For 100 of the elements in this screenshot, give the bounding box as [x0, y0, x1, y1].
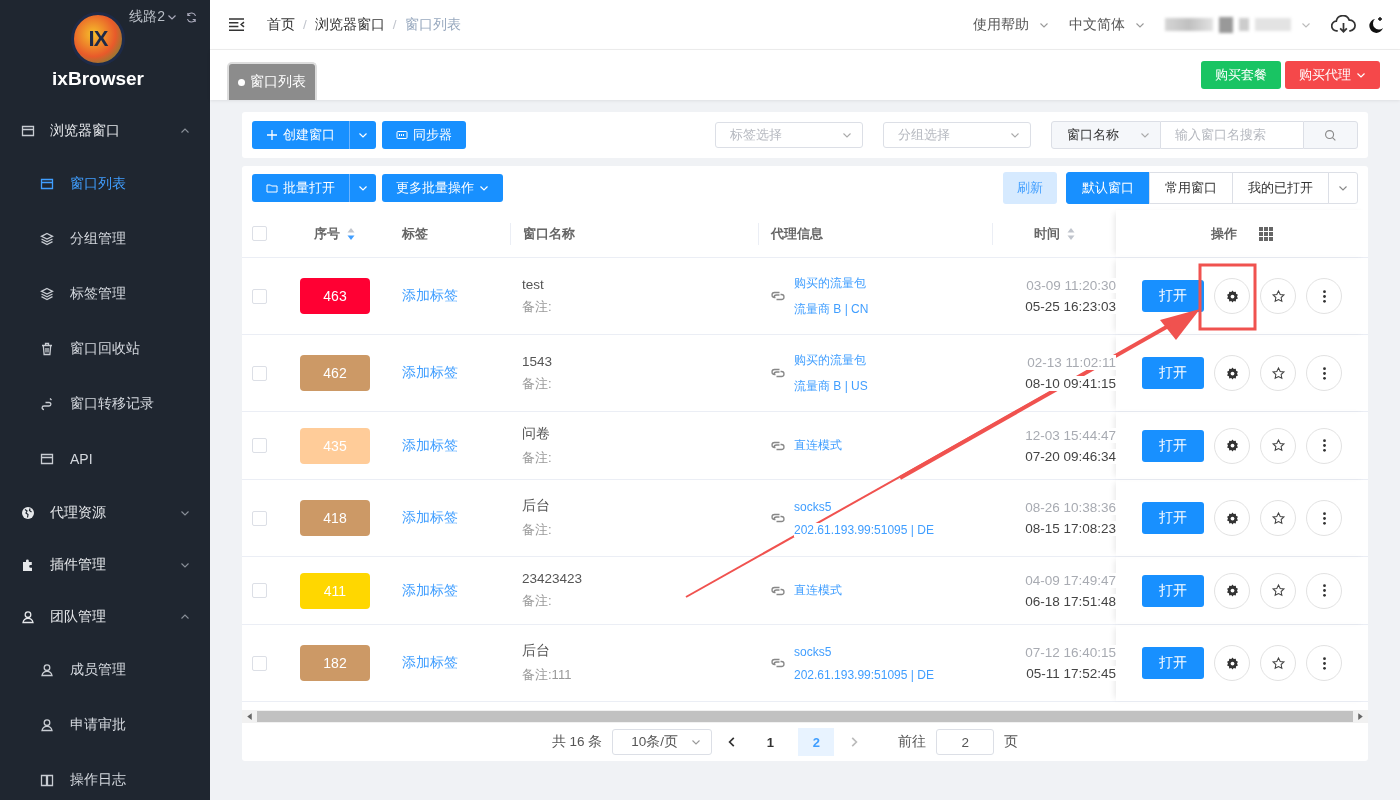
gear-icon: [1224, 438, 1240, 453]
create-window-button[interactable]: 创建窗口: [252, 121, 350, 149]
menu-item[interactable]: 操作日志: [0, 752, 210, 800]
route-select[interactable]: 线路2: [129, 8, 177, 26]
settings-button[interactable]: [1214, 427, 1250, 464]
menu-item[interactable]: 窗口转移记录: [0, 376, 210, 431]
favorite-button[interactable]: [1260, 500, 1296, 536]
row-checkbox[interactable]: [252, 365, 267, 381]
cloud-download-icon[interactable]: [1331, 14, 1356, 35]
proxy-name[interactable]: 购买的流量包: [794, 351, 866, 369]
settings-button[interactable]: [1214, 645, 1250, 681]
scrollbar-thumb[interactable]: [257, 711, 1353, 722]
page-size-select[interactable]: 10条/页: [612, 729, 713, 755]
open-button[interactable]: 打开: [1142, 280, 1204, 312]
sync-button[interactable]: 同步器: [382, 121, 466, 149]
menu-item[interactable]: 窗口列表: [0, 156, 210, 211]
settings-button[interactable]: [1214, 355, 1250, 391]
proxy-name[interactable]: socks5: [794, 644, 832, 659]
add-tag-link[interactable]: 添加标签: [402, 581, 458, 600]
open-button[interactable]: 打开: [1142, 647, 1204, 679]
more-button[interactable]: [1306, 355, 1342, 391]
open-button[interactable]: 打开: [1142, 357, 1204, 389]
add-tag-link[interactable]: 添加标签: [402, 364, 458, 382]
view-tab[interactable]: 常用窗口: [1149, 172, 1233, 204]
row-checkbox[interactable]: [252, 510, 267, 526]
proxy-detail: 流量商 B | CN: [794, 300, 869, 318]
favorite-button[interactable]: [1260, 355, 1296, 391]
settings-button[interactable]: [1214, 500, 1250, 536]
favorite-button[interactable]: [1260, 572, 1296, 609]
row-checkbox[interactable]: [252, 438, 267, 453]
favorite-button[interactable]: [1260, 645, 1296, 681]
more-button[interactable]: [1306, 645, 1342, 681]
opened-time: 08-15 17:08:23: [1025, 521, 1116, 536]
scroll-right-icon[interactable]: [1356, 712, 1365, 721]
menu-item[interactable]: 成员管理: [0, 642, 210, 697]
page-tab[interactable]: 窗口列表: [227, 62, 317, 100]
row-checkbox[interactable]: [252, 288, 267, 304]
breadcrumb-separator: /: [392, 17, 397, 32]
tag-select[interactable]: 标签选择: [715, 122, 863, 148]
favorite-button[interactable]: [1260, 427, 1296, 464]
batch-dropdown-button[interactable]: [350, 174, 376, 202]
sort-icon[interactable]: [1065, 226, 1076, 241]
breadcrumb-link[interactable]: 浏览器窗口: [314, 15, 385, 34]
row-checkbox[interactable]: [252, 655, 267, 671]
breadcrumb-link[interactable]: 首页: [267, 15, 295, 34]
menu-item[interactable]: 标签管理: [0, 266, 210, 321]
settings-button[interactable]: [1214, 572, 1250, 609]
search-field[interactable]: 输入窗口名搜索: [1161, 121, 1303, 149]
window-note: 备注:: [522, 448, 552, 467]
views-dropdown-button[interactable]: [1328, 172, 1358, 204]
window-name: test: [522, 276, 544, 292]
column-header: 标签: [402, 224, 428, 243]
more-button[interactable]: [1306, 278, 1342, 314]
add-tag-link[interactable]: 添加标签: [402, 436, 458, 455]
scroll-left-icon[interactable]: [245, 712, 254, 721]
search-button[interactable]: [1303, 121, 1358, 149]
menu-item[interactable]: 申请审批: [0, 697, 210, 752]
menu-group[interactable]: 浏览器窗口: [0, 106, 210, 156]
add-tag-link[interactable]: 添加标签: [402, 509, 458, 527]
favorite-button[interactable]: [1260, 278, 1296, 314]
menu-group[interactable]: 代理资源: [0, 488, 210, 538]
more-button[interactable]: [1306, 500, 1342, 536]
view-tab[interactable]: 我的已打开: [1232, 172, 1329, 204]
menu-item[interactable]: API: [0, 431, 210, 486]
group-select[interactable]: 分组选择: [883, 122, 1031, 148]
moon-icon[interactable]: [1366, 14, 1386, 35]
open-button[interactable]: 打开: [1142, 574, 1204, 607]
keyboard-icon: [396, 129, 408, 141]
view-tab[interactable]: 默认窗口: [1066, 172, 1150, 204]
create-dropdown-button[interactable]: [350, 121, 376, 149]
search-type-select[interactable]: 窗口名称: [1051, 121, 1161, 149]
settings-button[interactable]: [1214, 278, 1250, 314]
proxy-name[interactable]: 直连模式: [794, 437, 842, 454]
add-tag-link[interactable]: 添加标签: [402, 287, 458, 305]
select-all-checkbox[interactable]: [252, 226, 267, 241]
more-batch-button[interactable]: 更多批量操作: [382, 174, 503, 202]
menu-icon[interactable]: [228, 17, 245, 32]
menu-group[interactable]: 团队管理: [0, 592, 210, 642]
add-tag-link[interactable]: 添加标签: [402, 654, 458, 672]
help-menu[interactable]: 使用帮助: [973, 15, 1029, 34]
row-checkbox[interactable]: [252, 583, 267, 598]
refresh-button[interactable]: 刷新: [1003, 172, 1057, 204]
goto-page-field[interactable]: 2: [936, 729, 995, 755]
language-select[interactable]: 中文简体: [1069, 15, 1125, 34]
menu-item[interactable]: 窗口回收站: [0, 321, 210, 376]
page-number[interactable]: 2: [798, 728, 835, 756]
menu-group[interactable]: 插件管理: [0, 540, 210, 590]
buy-proxy-button[interactable]: 购买代理: [1285, 61, 1380, 89]
columns-grid-icon[interactable]: [1259, 226, 1273, 241]
sort-icon[interactable]: [346, 226, 356, 241]
proxy-name[interactable]: 购买的流量包: [794, 274, 866, 292]
refresh-icon[interactable]: [185, 10, 198, 24]
proxy-name[interactable]: socks5: [794, 499, 832, 514]
open-button[interactable]: 打开: [1142, 502, 1204, 534]
batch-open-button[interactable]: 批量打开: [252, 174, 350, 202]
chevron-down-icon: [1140, 130, 1150, 140]
menu-item[interactable]: 分组管理: [0, 211, 210, 266]
open-button[interactable]: 打开: [1142, 429, 1204, 462]
buy-plan-button[interactable]: 购买套餐: [1201, 61, 1281, 89]
proxy-name[interactable]: 直连模式: [794, 582, 842, 599]
